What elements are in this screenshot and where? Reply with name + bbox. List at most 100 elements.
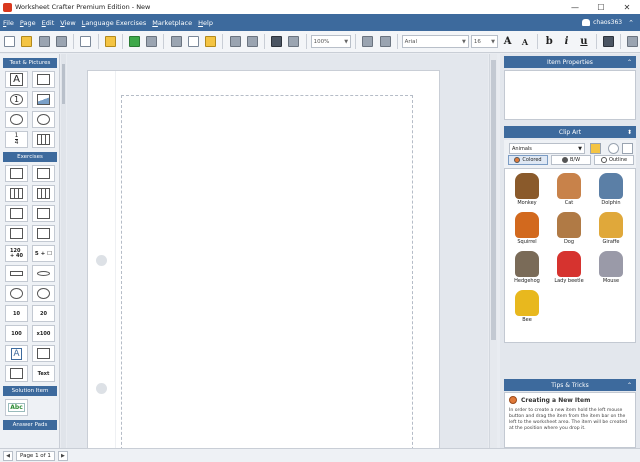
folder-icon[interactable] bbox=[590, 143, 601, 154]
scrollbar-thumb[interactable] bbox=[491, 60, 496, 340]
tab-colored[interactable]: Colored bbox=[508, 155, 548, 165]
ungroup-button[interactable] bbox=[286, 34, 301, 50]
delete-page-button[interactable] bbox=[144, 34, 159, 50]
fraction-item-button[interactable]: 1 4 bbox=[5, 131, 28, 148]
text-exercise-button[interactable]: Text bbox=[32, 365, 55, 382]
speech-bubble-button[interactable] bbox=[5, 111, 28, 128]
clip-art-item-squirrel[interactable]: Squirrel bbox=[509, 212, 545, 245]
text-item-button[interactable]: A bbox=[5, 71, 28, 88]
clip-art-item-giraffe[interactable]: Giraffe bbox=[593, 212, 629, 245]
hundred-field-button[interactable]: 100 bbox=[5, 325, 28, 342]
house-exercise-button[interactable] bbox=[32, 165, 55, 182]
menu-page[interactable]: Page bbox=[17, 19, 39, 27]
redo-button[interactable] bbox=[245, 34, 260, 50]
font-size-select[interactable]: 16 ▼ bbox=[470, 35, 498, 48]
add-page-button[interactable] bbox=[127, 34, 142, 50]
menu-file[interactable]: File bbox=[0, 19, 17, 27]
chevron-up-icon[interactable]: ⌃ bbox=[627, 382, 632, 389]
worksheet-area[interactable] bbox=[67, 54, 488, 448]
grow-font-button[interactable]: A bbox=[500, 34, 515, 50]
shrink-font-button[interactable]: A bbox=[517, 34, 532, 50]
align-button[interactable] bbox=[360, 34, 375, 50]
printable-area[interactable] bbox=[121, 95, 413, 448]
clip-art-item-dolphin[interactable]: Dolphin bbox=[593, 173, 629, 206]
up-down-icon[interactable]: ⬍ bbox=[627, 129, 632, 136]
user-account[interactable]: chaos363 bbox=[582, 19, 628, 26]
clip-art-item-bee[interactable]: Bee bbox=[509, 290, 545, 323]
section-answer-pads[interactable]: Answer Pads bbox=[3, 420, 57, 430]
new-document-button[interactable] bbox=[2, 34, 17, 50]
search-icon[interactable] bbox=[608, 143, 619, 154]
distribute-button[interactable] bbox=[377, 34, 392, 50]
chevron-up-icon[interactable]: ⌃ bbox=[628, 19, 640, 27]
letters-button[interactable] bbox=[32, 345, 55, 362]
italic-button[interactable]: i bbox=[559, 34, 574, 50]
equation-button[interactable]: 5 + ☐ bbox=[32, 245, 55, 262]
clip-art-item-hedgehog[interactable]: Hedgehog bbox=[509, 251, 545, 284]
chain-button[interactable] bbox=[32, 265, 55, 282]
menu-view[interactable]: View bbox=[57, 19, 78, 27]
menu-edit[interactable]: Edit bbox=[39, 19, 58, 27]
matching2-exercise-button[interactable] bbox=[32, 205, 55, 222]
item-bar-scrollbar[interactable] bbox=[61, 54, 66, 448]
worksheet-scrollbar[interactable] bbox=[489, 54, 497, 448]
next-page-button[interactable]: ▶ bbox=[57, 450, 68, 461]
menu-marketplace[interactable]: Marketplace bbox=[149, 19, 195, 27]
chevron-up-icon[interactable]: ⌃ bbox=[627, 59, 632, 66]
target-button[interactable] bbox=[5, 285, 28, 302]
connect2-exercise-button[interactable] bbox=[32, 225, 55, 242]
tab-outline[interactable]: Outline bbox=[594, 155, 634, 165]
color-button[interactable] bbox=[601, 34, 616, 50]
section-text-pictures[interactable]: Text & Pictures bbox=[3, 58, 57, 68]
clip-art-header[interactable]: Clip Art ⬍ bbox=[504, 126, 636, 138]
word-art-button[interactable]: A bbox=[5, 345, 28, 362]
note-button[interactable] bbox=[103, 34, 118, 50]
copy-button[interactable] bbox=[186, 34, 201, 50]
font-select[interactable]: Arial ▼ bbox=[401, 35, 469, 48]
picture-item-button[interactable] bbox=[32, 91, 55, 108]
clip-art-item-monkey[interactable]: Monkey bbox=[509, 173, 545, 206]
ten-field-button[interactable]: 10 bbox=[5, 305, 28, 322]
section-solution-item[interactable]: Solution Item bbox=[3, 386, 57, 396]
paste-button[interactable] bbox=[203, 34, 218, 50]
matching-exercise-button[interactable] bbox=[5, 205, 28, 222]
preview-icon[interactable] bbox=[622, 143, 633, 154]
ruler-button[interactable] bbox=[5, 265, 28, 282]
zoom-select[interactable]: 100% ▼ bbox=[310, 35, 352, 48]
print-button[interactable] bbox=[54, 34, 69, 50]
undo-button[interactable] bbox=[227, 34, 242, 50]
bold-button[interactable]: b bbox=[542, 34, 557, 50]
twenty-field-button[interactable]: 20 bbox=[32, 305, 55, 322]
pyramid-exercise-button[interactable] bbox=[5, 165, 28, 182]
grid-exercise-button[interactable] bbox=[5, 185, 28, 202]
maximize-icon[interactable]: ☐ bbox=[588, 0, 614, 14]
minimize-icon[interactable]: — bbox=[562, 0, 588, 14]
menu-language-exercises[interactable]: Language Exercises bbox=[79, 19, 150, 27]
solution-item-button[interactable]: Abc bbox=[5, 399, 28, 416]
clip-art-item-cat[interactable]: Cat bbox=[551, 173, 587, 206]
thought-bubble-button[interactable] bbox=[32, 111, 55, 128]
times-hundred-button[interactable]: x100 bbox=[32, 325, 55, 342]
connect-exercise-button[interactable] bbox=[5, 225, 28, 242]
clip-art-item-lady-beetle[interactable]: Lady beetle bbox=[551, 251, 587, 284]
underline-button[interactable]: u bbox=[576, 34, 591, 50]
page-setup-button[interactable] bbox=[78, 34, 93, 50]
clip-art-category-select[interactable]: Animals ▼ bbox=[509, 143, 585, 154]
open-button[interactable] bbox=[19, 34, 34, 50]
cut-button[interactable] bbox=[168, 34, 183, 50]
scrollbar-thumb[interactable] bbox=[62, 64, 65, 104]
written-calc-button[interactable]: 120 + 40 bbox=[5, 245, 28, 262]
clip-art-item-dog[interactable]: Dog bbox=[551, 212, 587, 245]
first-page-button[interactable]: ◀ bbox=[3, 450, 13, 461]
save-button[interactable] bbox=[37, 34, 52, 50]
number-item-button[interactable]: 1 bbox=[5, 91, 28, 108]
text-align-button[interactable] bbox=[625, 34, 640, 50]
tab-bw[interactable]: B/W bbox=[551, 155, 591, 165]
tips-header[interactable]: Tips & Tricks ⌃ bbox=[504, 379, 636, 391]
close-icon[interactable]: ✕ bbox=[614, 0, 640, 14]
menu-help[interactable]: Help bbox=[195, 19, 216, 27]
lines-exercise-button[interactable] bbox=[32, 185, 55, 202]
clock-button[interactable] bbox=[32, 285, 55, 302]
diagram-button[interactable] bbox=[5, 365, 28, 382]
group-button[interactable] bbox=[269, 34, 284, 50]
